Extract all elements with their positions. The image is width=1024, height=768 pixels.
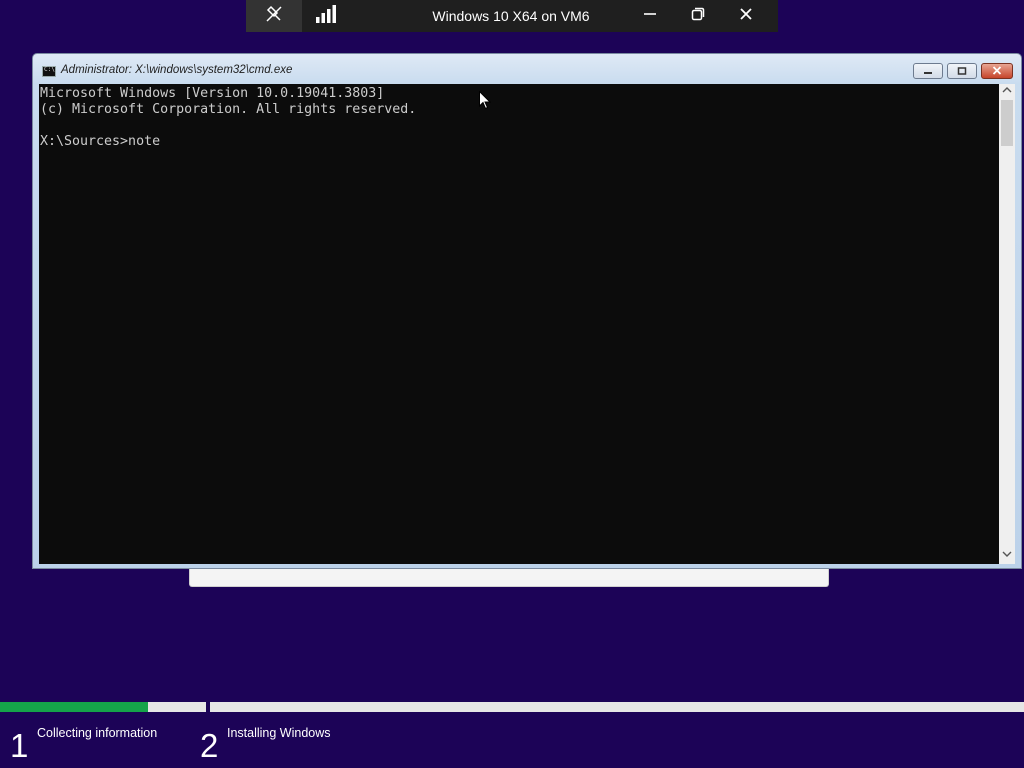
- console-line: Microsoft Windows [Version 10.0.19041.38…: [40, 86, 385, 101]
- scroll-up-arrow[interactable]: [999, 84, 1015, 100]
- cmd-app-icon[interactable]: [42, 66, 56, 77]
- step-number: 2: [200, 727, 219, 764]
- signal-bars-icon: [315, 4, 339, 28]
- close-icon: [739, 7, 753, 26]
- console-prompt-line: X:\Sources>note: [40, 134, 161, 149]
- setup-dialog-background: [189, 568, 829, 587]
- close-icon: [992, 62, 1002, 80]
- vm-connection-bar: Windows 10 X64 on VM6: [246, 0, 778, 32]
- vm-minimize-button[interactable]: [626, 0, 674, 32]
- setup-progress-bar: [0, 702, 1024, 712]
- mouse-pointer-icon: [479, 90, 492, 110]
- maximize-icon: [957, 62, 967, 80]
- restore-icon: [691, 7, 705, 26]
- progress-fill: [0, 702, 149, 712]
- step-number: 1: [10, 727, 29, 764]
- chevron-up-icon: [1002, 86, 1012, 97]
- cmd-window: Administrator: X:\windows\system32\cmd.e…: [32, 53, 1022, 569]
- scroll-thumb[interactable]: [1001, 100, 1013, 146]
- cmd-titlebar[interactable]: Administrator: X:\windows\system32\cmd.e…: [33, 54, 1021, 84]
- minimize-icon: [923, 62, 933, 80]
- minimize-icon: [643, 7, 657, 26]
- scroll-down-arrow[interactable]: [999, 548, 1015, 564]
- step-label: Collecting information: [37, 726, 158, 740]
- step-label: Installing Windows: [227, 726, 331, 740]
- cmd-close-button[interactable]: [981, 63, 1013, 79]
- console-line: (c) Microsoft Corporation. All rights re…: [40, 102, 417, 117]
- progress-segment-installing: [210, 702, 1024, 712]
- console-scrollbar[interactable]: [999, 84, 1015, 564]
- vm-title: Windows 10 X64 on VM6: [432, 8, 590, 24]
- chevron-down-icon: [1002, 550, 1012, 561]
- console-output[interactable]: Microsoft Windows [Version 10.0.19041.38…: [39, 84, 999, 564]
- vm-restore-button[interactable]: [674, 0, 722, 32]
- vm-close-button[interactable]: [722, 0, 770, 32]
- progress-segment-collecting: [0, 702, 208, 712]
- cmd-maximize-button[interactable]: [947, 63, 977, 79]
- unpin-icon: [264, 4, 284, 29]
- cmd-window-title: Administrator: X:\windows\system32\cmd.e…: [61, 64, 293, 76]
- unpin-button[interactable]: [246, 0, 302, 32]
- connection-quality-button[interactable]: [308, 0, 346, 32]
- cmd-minimize-button[interactable]: [913, 63, 943, 79]
